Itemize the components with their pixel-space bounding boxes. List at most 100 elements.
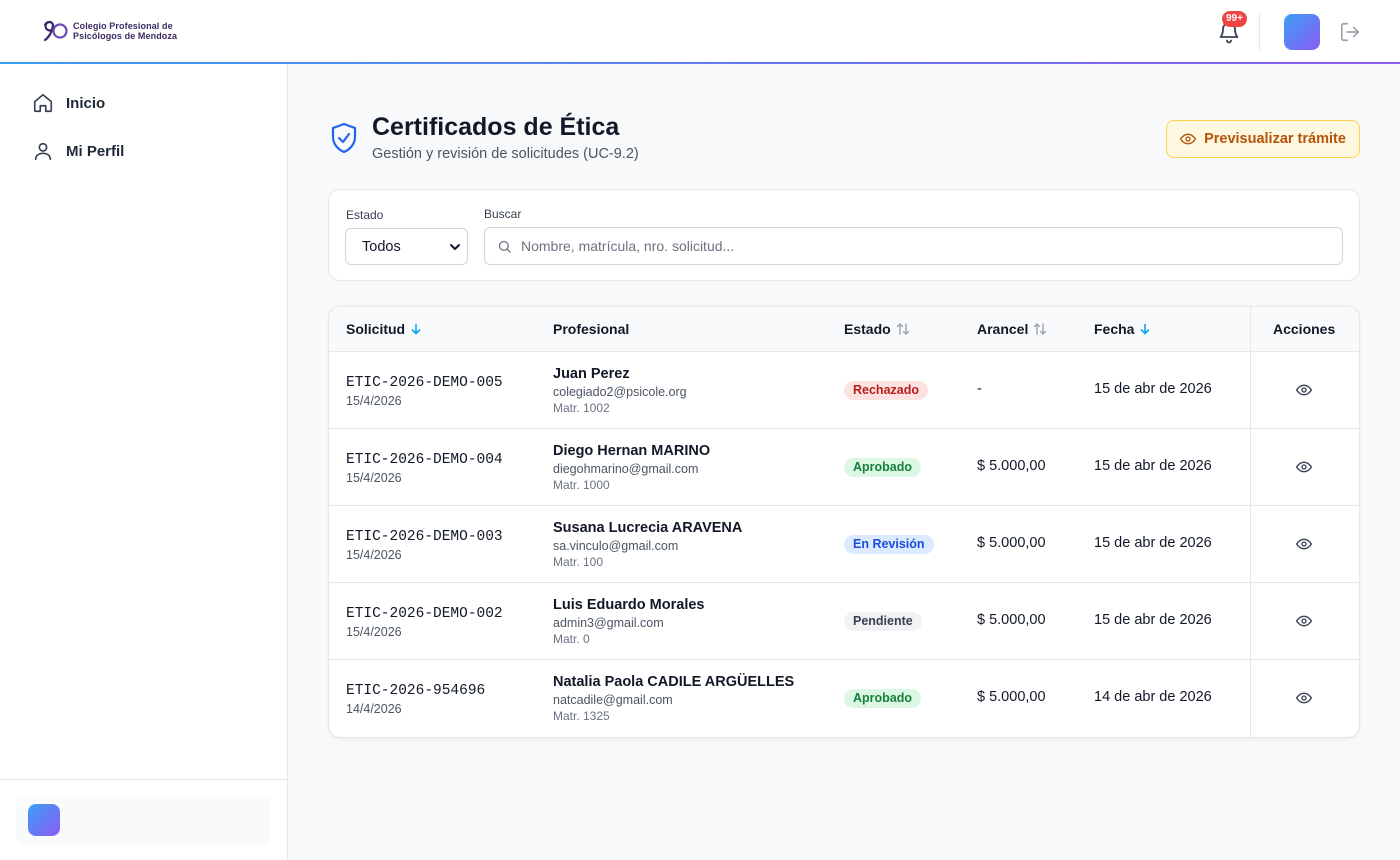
date-value: 15 de abr de 2026 [1094,535,1212,551]
professional-email: diegohmarino@gmail.com [553,462,699,476]
view-button[interactable] [1293,534,1315,554]
table-header: Solicitud Profesional Estado Arancel Fec… [329,307,1359,352]
column-solicitud[interactable]: Solicitud [346,321,422,337]
sidebar: Inicio Mi Perfil [0,64,288,860]
page-subtitle: Gestión y revisión de solicitudes (UC-9.… [372,146,639,162]
professional-email: sa.vinculo@gmail.com [553,539,679,553]
eye-icon [1296,384,1312,396]
date-value: 15 de abr de 2026 [1094,381,1212,397]
professional-name: Diego Hernan MARINO [553,443,711,459]
eye-icon [1296,461,1312,473]
column-profesional: Profesional [553,321,629,337]
fee-value: $ 5.000,00 [977,535,1046,551]
table-row[interactable]: ETIC-2026-DEMO-003 15/4/2026 Susana Lucr… [329,506,1359,583]
date-value: 15 de abr de 2026 [1094,612,1212,628]
search-field[interactable] [484,227,1343,265]
user-avatar[interactable] [1284,14,1320,50]
status-filter-label: Estado [346,208,384,222]
date-value: 14 de abr de 2026 [1094,689,1212,705]
avatar [28,804,60,836]
professional-name: Luis Eduardo Morales [553,597,705,613]
fee-value: $ 5.000,00 [977,458,1046,474]
brand-line-1: Colegio Profesional de [73,21,173,31]
status-select[interactable]: Todos [345,228,468,265]
professional-matricula: Matr. 0 [553,632,590,646]
sidebar-divider [0,779,287,780]
table-row[interactable]: ETIC-2026-954696 14/4/2026 Natalia Paola… [329,660,1359,737]
table-row[interactable]: ETIC-2026-DEMO-004 15/4/2026 Diego Herna… [329,429,1359,506]
request-date: 15/4/2026 [346,394,402,408]
view-button[interactable] [1293,611,1315,631]
user-icon [34,142,52,161]
shield-check-icon [331,122,357,154]
column-label: Acciones [1273,321,1336,337]
request-id: ETIC-2026-DEMO-005 [346,375,503,391]
fee-value: $ 5.000,00 [977,689,1046,705]
fee-value: - [977,381,982,397]
request-date: 14/4/2026 [346,702,402,716]
sort-icon [896,323,909,335]
filters-panel: Estado Todos Buscar [328,189,1360,281]
page-title: Certificados de Ética [372,113,620,141]
professional-name: Natalia Paola CADILE ARGÜELLES [553,674,795,690]
request-date: 15/4/2026 [346,625,402,639]
column-acciones: Acciones [1273,321,1335,337]
professional-name: Juan Perez [553,366,630,382]
request-id: ETIC-2026-954696 [346,683,486,699]
column-label: Solicitud [346,321,406,337]
search-icon [498,240,511,253]
sidebar-item-inicio[interactable]: Inicio [16,83,272,123]
request-id: ETIC-2026-DEMO-002 [346,606,503,622]
request-id: ETIC-2026-DEMO-003 [346,529,503,545]
column-fecha[interactable]: Fecha [1094,321,1151,337]
brand-logo[interactable]: Colegio Profesional de Psicólogos de Men… [42,19,177,43]
status-badge: En Revisión [844,535,934,554]
table-row[interactable]: ETIC-2026-DEMO-002 15/4/2026 Luis Eduard… [329,583,1359,660]
column-arancel[interactable]: Arancel [977,321,1047,337]
brand-line-2: Psicólogos de Mendoza [73,31,178,41]
fee-value: $ 5.000,00 [977,612,1046,628]
home-icon [33,93,53,113]
logout-button[interactable] [1339,21,1361,43]
view-button[interactable] [1293,688,1315,708]
search-input[interactable] [521,228,1321,264]
sidebar-item-label: Mi Perfil [66,142,125,160]
request-id: ETIC-2026-DEMO-004 [346,452,503,468]
eye-icon [1180,133,1197,145]
status-select-value: Todos [362,238,401,255]
sort-desc-icon [411,323,421,335]
column-estado[interactable]: Estado [844,321,910,337]
professional-name: Susana Lucrecia ARAVENA [553,520,743,536]
professional-matricula: Matr. 1002 [553,401,610,415]
chevron-down-icon [450,244,460,250]
column-label: Estado [844,321,891,337]
sort-desc-icon [1141,323,1150,335]
professional-matricula: Matr. 1325 [553,709,610,723]
table-row[interactable]: ETIC-2026-DEMO-005 15/4/2026 Juan Perez … [329,352,1359,429]
professional-email: colegiado2@psicole.org [553,385,687,399]
professional-email: admin3@gmail.com [553,616,664,630]
date-value: 15 de abr de 2026 [1094,458,1212,474]
brand-name: Colegio Profesional de Psicólogos de Men… [73,21,177,41]
sidebar-item-mi-perfil[interactable]: Mi Perfil [16,131,272,171]
preview-button[interactable]: Previsualizar trámite [1166,120,1360,158]
notification-count-badge: 99+ [1222,11,1247,27]
view-button[interactable] [1293,457,1315,477]
column-label: Profesional [553,321,630,337]
status-badge: Rechazado [844,381,928,400]
view-button[interactable] [1293,380,1315,400]
eye-icon [1296,615,1312,627]
status-badge: Pendiente [844,612,922,631]
certificates-table: Solicitud Profesional Estado Arancel Fec… [328,306,1360,738]
sidebar-item-label: Inicio [66,94,106,112]
sidebar-user-card[interactable] [16,797,271,845]
search-label: Buscar [484,207,522,221]
sort-icon [1034,323,1047,335]
top-bar: Colegio Profesional de Psicólogos de Men… [0,0,1400,64]
professional-matricula: Matr. 1000 [553,478,610,492]
professional-matricula: Matr. 100 [553,555,604,569]
column-label: Arancel [977,321,1029,337]
column-label: Fecha [1094,321,1135,337]
preview-button-label: Previsualizar trámite [1204,131,1346,147]
status-badge: Aprobado [844,458,922,477]
